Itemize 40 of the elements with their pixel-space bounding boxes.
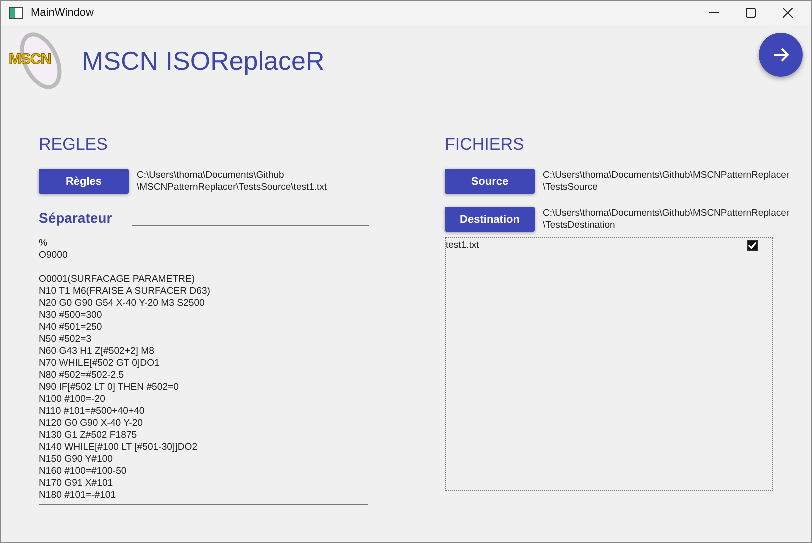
destination-path: C:\Users\thoma\Documents\Github\MSCNPatternReplacer \TestsDestination: [543, 208, 790, 232]
code-line: N100 #100=-20: [39, 394, 106, 406]
code-line: N140 WHILE[#100 LT [#501-30]]DO2: [39, 442, 199, 454]
next-button[interactable]: [759, 33, 803, 77]
maximize-icon[interactable]: [746, 8, 756, 18]
file-name[interactable]: test1.txt: [446, 240, 480, 251]
code-line: N130 G1 Z#502 F1875: [39, 430, 138, 442]
separator-label: Séparateur: [39, 210, 112, 226]
code-line: N60 G43 H1 Z[#502+2] M8: [39, 346, 156, 358]
app-title: MSCN ISOReplaceR: [82, 46, 326, 76]
code-line: N30 #500=300: [39, 310, 104, 322]
code-line: N50 #502=3: [39, 334, 93, 346]
code-line: N110 #101=#500+40+40: [39, 406, 146, 418]
code-line: %: [39, 238, 49, 250]
code-line: N80 #502=#502-2.5: [39, 370, 126, 382]
code-line: N10 T1 M6(FRAISE A SURFACER D63): [39, 286, 212, 298]
source-path: C:\Users\thoma\Documents\Github\MSCNPatternReplacer \TestsSource: [543, 170, 790, 194]
code-line: N40 #501=250: [39, 322, 104, 334]
file-path: C:\Users\thoma\Documents\Github \MSCNPatternReplacer\TestsSource\test1.txt: [137, 170, 328, 194]
code-line: O9000: [39, 250, 69, 262]
window-title: MainWindow: [31, 7, 95, 19]
code-line: N180 #101=-#101: [39, 490, 118, 502]
code-line: N120 G0 G90 X-40 Y-20: [39, 418, 144, 430]
destination-button[interactable]: Destination: [445, 207, 535, 232]
code-text-area[interactable]: [39, 238, 368, 505]
section-heading: REGLES: [39, 135, 109, 156]
rules-button[interactable]: Règles: [39, 169, 129, 194]
code-line: N90 IF[#502 LT 0] THEN #502=0: [39, 382, 180, 394]
close-icon[interactable]: [783, 8, 793, 18]
code-line: N150 G90 Y#100: [39, 454, 114, 466]
code-line: O0001(SURFACAGE PARAMETRE): [39, 274, 196, 286]
code-line: N160 #100=#100-50: [39, 466, 128, 478]
checkbox[interactable]: [747, 240, 758, 251]
section-heading: FICHIERS: [445, 135, 526, 156]
code-line: N20 G0 G90 G54 X-40 Y-20 M3 S2500: [39, 298, 206, 310]
source-button[interactable]: Source: [445, 169, 535, 194]
app-icon: [9, 7, 23, 19]
code-line: N70 WHILE[#502 GT 0]DO1: [39, 358, 161, 370]
arrow-right-icon: [772, 46, 790, 64]
code-line: N170 G91 X#101: [39, 478, 114, 490]
